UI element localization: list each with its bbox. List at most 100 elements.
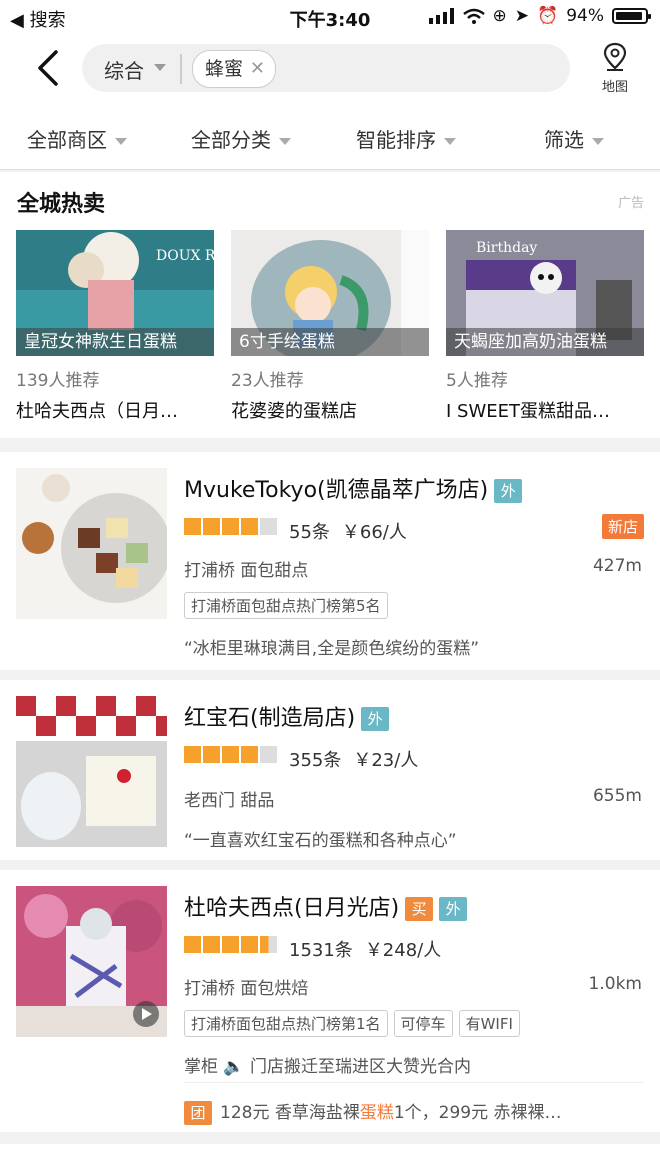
search-box[interactable]: 综合 蜂蜜 ✕	[82, 44, 570, 92]
rank-row: 打浦桥面包甜点热门榜第5名	[184, 592, 394, 619]
filter-sort[interactable]: 智能排序	[356, 124, 456, 153]
chevron-down-icon	[115, 138, 127, 145]
filter-sort-label: 智能排序	[356, 128, 436, 152]
rank-chip[interactable]: 打浦桥面包甜点热门榜第5名	[184, 592, 388, 619]
star-icon	[241, 936, 258, 953]
review-count: 55条	[289, 522, 330, 543]
rank-row: 打浦桥面包甜点热门榜第1名 可停车 有WIFI	[184, 1010, 526, 1037]
shop-image	[16, 886, 167, 1037]
keyword-chip[interactable]: 蜂蜜 ✕	[192, 50, 277, 88]
status-icons: ⊕ ➤ ⏰ 94%	[428, 6, 651, 26]
avg-price: ￥66/人	[341, 522, 407, 543]
shop-distance: 1.0km	[588, 974, 642, 994]
shop-card[interactable]: 杜哈夫西点(日月光店) 买外 1531条 ￥248/人 打浦桥 面包烘焙 1.0k…	[0, 870, 660, 1132]
group-deal-tag: 团	[184, 1101, 212, 1125]
hot-card[interactable]: DOUX RÊV 皇冠女神款生日蛋糕 139人推荐 杜哈夫西点（日月…	[16, 230, 214, 423]
hot-card-caption: 皇冠女神款生日蛋糕	[16, 328, 214, 356]
map-pin-icon	[603, 42, 627, 71]
star-icon	[203, 936, 220, 953]
shop-card[interactable]: 红宝石(制造局店) 外 355条 ￥23/人 老西门 甜品 655m “一直喜欢红…	[0, 680, 660, 860]
shop-image	[16, 696, 167, 847]
review-count: 355条	[289, 750, 342, 771]
star-icon	[203, 518, 220, 535]
review-count: 1531条	[289, 940, 353, 961]
shop-photo	[16, 886, 167, 1037]
shop-name-row: MvukeTokyo(凯德晶萃广场店) 外	[184, 472, 523, 504]
star-rating: 355条 ￥23/人	[184, 746, 418, 772]
star-rating: 55条 ￥66/人	[184, 518, 407, 544]
svg-text:Birthday: Birthday	[476, 240, 537, 256]
shop-card[interactable]: MvukeTokyo(凯德晶萃广场店) 外 55条 ￥66/人 新店 打浦桥 面包…	[0, 452, 660, 670]
back-arrow-icon[interactable]	[30, 48, 70, 88]
takeout-tag: 外	[494, 479, 523, 503]
star-icon	[184, 518, 201, 535]
deal-row[interactable]: 团 128元 香草海盐裸蛋糕1个，299元 赤裸裸…	[184, 1098, 562, 1125]
shop-image	[16, 468, 167, 619]
divider	[180, 54, 182, 84]
signal-icon	[428, 8, 454, 24]
chevron-down-icon	[444, 138, 456, 145]
filter-area[interactable]: 全部商区	[27, 124, 127, 153]
shop-photo	[16, 696, 167, 847]
map-button[interactable]: 地图	[592, 42, 638, 95]
notice-row: 掌柜 🔈 门店搬迁至瑞进区大赞光合内	[184, 1052, 471, 1077]
shop-area: 老西门 甜品	[184, 791, 275, 811]
buy-tag: 买	[405, 897, 434, 921]
avg-price: ￥248/人	[364, 940, 442, 961]
shop-photo	[16, 468, 167, 619]
star-icon	[184, 746, 201, 763]
section-title: 全城热卖	[17, 192, 106, 217]
parking-chip[interactable]: 可停车	[393, 1010, 453, 1037]
battery-label: 94%	[566, 6, 604, 26]
shop-name-row: 红宝石(制造局店) 外	[184, 700, 390, 732]
filter-screen-label: 筛选	[544, 128, 584, 152]
shop-name: 红宝石(制造局店)	[184, 706, 356, 731]
star-icon	[184, 936, 201, 953]
shop-distance: 427m	[592, 556, 642, 576]
shop-name: MvukeTokyo(凯德晶萃广场店)	[184, 478, 489, 503]
deal-text: 128元 香草海盐裸	[220, 1103, 360, 1123]
takeout-tag: 外	[361, 707, 390, 731]
rank-chip[interactable]: 打浦桥面包甜点热门榜第1名	[184, 1010, 388, 1037]
star-icon	[241, 518, 258, 535]
notice-prefix: 掌柜	[184, 1057, 218, 1077]
wifi-icon	[462, 8, 485, 24]
shop-distance: 655m	[592, 786, 642, 806]
map-label: 地图	[601, 80, 628, 95]
takeout-tag: 外	[439, 897, 468, 921]
shop-area: 打浦桥 面包甜点	[184, 561, 309, 581]
star-icon	[222, 746, 239, 763]
hot-card-image: DOUX RÊV 皇冠女神款生日蛋糕	[16, 230, 214, 356]
star-icon	[241, 746, 258, 763]
filter-bar: 全部商区 全部分类 智能排序 筛选	[0, 104, 660, 170]
filter-screen[interactable]: 筛选	[544, 124, 604, 153]
category-select[interactable]: 综合	[104, 55, 144, 84]
star-icon	[260, 518, 277, 535]
next-section-peek	[0, 1144, 660, 1174]
speaker-icon: 🔈	[223, 1057, 245, 1077]
filter-category[interactable]: 全部分类	[191, 124, 291, 153]
shop-name: 杜哈夫西点(日月光店)	[184, 896, 400, 921]
hot-card[interactable]: Birthday 天蝎座加高奶油蛋糕 5人推荐 I SWEET蛋糕甜品…	[446, 230, 644, 423]
chevron-down-icon	[154, 64, 166, 71]
filter-area-label: 全部商区	[27, 128, 107, 152]
hot-card-recommend: 139人推荐	[16, 371, 100, 391]
status-bar: ◀ 搜索 下午3:40 ⊕ ➤ ⏰ 94%	[0, 0, 660, 34]
battery-icon	[612, 8, 651, 24]
wifi-chip[interactable]: 有WIFI	[458, 1010, 520, 1037]
hot-card-caption: 6寸手绘蛋糕	[231, 328, 429, 356]
star-icon	[260, 936, 277, 953]
clear-icon[interactable]: ✕	[250, 51, 265, 87]
avg-price: ￥23/人	[353, 750, 419, 771]
hot-card[interactable]: 6寸手绘蛋糕 23人推荐 花婆婆的蛋糕店	[231, 230, 429, 423]
keyword-label: 蜂蜜	[205, 58, 244, 80]
search-nav: 综合 蜂蜜 ✕ 地图	[0, 34, 660, 104]
hot-card-shop: 花婆婆的蛋糕店	[231, 401, 357, 422]
hot-card-recommend: 5人推荐	[446, 371, 508, 391]
star-icon	[260, 746, 277, 763]
star-icon	[222, 518, 239, 535]
shop-name-row: 杜哈夫西点(日月光店) 买外	[184, 890, 468, 922]
hot-card-shop: I SWEET蛋糕甜品…	[446, 401, 610, 422]
deal-highlight: 蛋糕	[359, 1103, 394, 1123]
notice-text: 门店搬迁至瑞进区大赞光合内	[249, 1057, 471, 1077]
